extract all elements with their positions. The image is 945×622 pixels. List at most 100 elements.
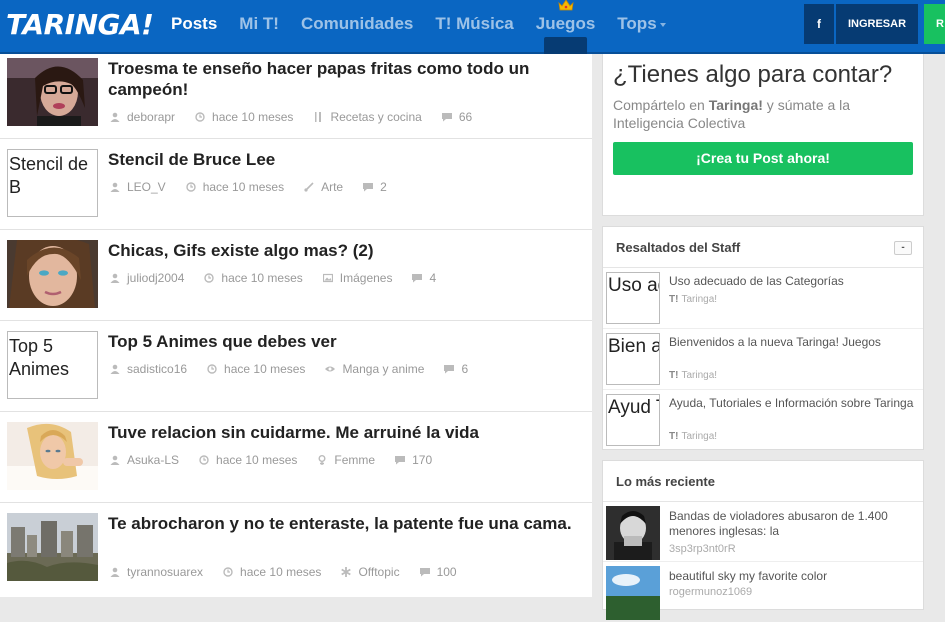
post-title[interactable]: Troesma te enseño hacer papas fritas com… <box>108 58 583 100</box>
user-icon <box>110 273 120 283</box>
cta-title: ¿Tienes algo para contar? <box>613 61 893 88</box>
post-comments-count: 66 <box>458 110 473 124</box>
post-thumbnail[interactable] <box>7 513 98 581</box>
post-comments-count: 2 <box>380 180 387 194</box>
staff-item-title[interactable]: Ayuda, Tutoriales e Información sobre Ta… <box>669 396 914 411</box>
recent-heading: Lo más reciente <box>603 461 923 502</box>
post-item[interactable]: Chicas, Gifs existe algo mas? (2) juliod… <box>0 230 592 321</box>
post-category[interactable]: Recetas y cocina <box>330 110 421 124</box>
staff-item-source: T! Taringa! <box>669 370 717 381</box>
comment-icon <box>412 274 423 283</box>
brush-icon <box>304 182 314 192</box>
image-icon <box>322 273 333 283</box>
post-category[interactable]: Femme <box>334 453 375 467</box>
comment-icon <box>363 183 374 192</box>
post-comments-count: 6 <box>461 362 469 376</box>
post-thumbnail[interactable] <box>7 58 98 126</box>
nav-tops[interactable]: Tops <box>606 0 676 48</box>
staff-source-label: Taringa! <box>681 370 718 381</box>
post-meta: deborapr hace 10 meses Recetas y cocina … <box>110 110 492 124</box>
user-icon <box>110 567 120 577</box>
post-meta: LEO_V hace 10 meses Arte 2 <box>110 180 407 194</box>
post-category[interactable]: Offtopic <box>358 565 399 579</box>
post-time: hace 10 meses <box>216 453 298 467</box>
taringa-logo[interactable]: TARINGA! <box>6 8 154 41</box>
post-author[interactable]: tyrannosuarex <box>127 565 203 579</box>
clock-icon <box>223 567 233 577</box>
staff-source-label: Taringa! <box>681 294 718 305</box>
recent-item-author[interactable]: 3sp3rp3nt0rR <box>669 543 736 555</box>
nav-posts[interactable]: Posts <box>160 0 228 48</box>
staff-item-title[interactable]: Bienvenidos a la nueva Taringa! Juegos <box>669 335 914 350</box>
staff-item-title[interactable]: Uso adecuado de las Categorías <box>669 274 914 289</box>
post-item[interactable]: Te abrocharon y no te enteraste, la pate… <box>0 503 592 594</box>
collapse-button[interactable]: - <box>894 241 912 255</box>
post-item[interactable]: Top 5 Animes Top 5 Animes que debes ver … <box>0 321 592 412</box>
post-title[interactable]: Top 5 Animes que debes ver <box>108 331 583 352</box>
recent-item[interactable]: Bandas de violadores abusaron de 1.400 m… <box>603 502 923 562</box>
taringa-mark-icon: T! <box>669 370 679 381</box>
nav-t-musica[interactable]: T! Música <box>424 0 524 48</box>
staff-highlights-card: Resaltados del Staff - Uso adec Uso adec… <box>602 226 924 450</box>
user-icon <box>110 364 120 374</box>
post-item[interactable]: Tuve relacion sin cuidarme. Me arruiné l… <box>0 412 592 503</box>
post-category[interactable]: Imágenes <box>340 271 393 285</box>
post-title[interactable]: Stencil de Bruce Lee <box>108 149 583 170</box>
create-post-button[interactable]: ¡Crea tu Post ahora! <box>613 142 913 175</box>
post-comments-count: 170 <box>412 453 433 467</box>
post-item[interactable]: Troesma te enseño hacer papas fritas com… <box>0 54 592 139</box>
staff-item-source: T! Taringa! <box>669 294 717 305</box>
clock-icon <box>207 364 217 374</box>
post-author[interactable]: LEO_V <box>127 180 166 194</box>
asterisk-icon <box>341 567 352 577</box>
post-author[interactable]: juliodj2004 <box>127 271 184 285</box>
nav-juegos[interactable]: Juegos NUEVO <box>525 0 607 89</box>
top-navbar: TARINGA! Posts Mi T! Comunidades T! Músi… <box>0 0 945 89</box>
facebook-login-button[interactable]: f <box>804 4 834 44</box>
post-category[interactable]: Arte <box>321 180 343 194</box>
user-icon <box>110 182 120 192</box>
post-thumbnail[interactable]: Stencil de B <box>7 149 98 217</box>
nav-mi-t[interactable]: Mi T! <box>228 0 290 48</box>
crown-icon <box>557 0 574 11</box>
login-button[interactable]: INGRESAR <box>836 4 918 44</box>
post-meta: Asuka-LS hace 10 meses Femme 170 <box>110 453 452 467</box>
post-time: hace 10 meses <box>221 271 303 285</box>
post-author[interactable]: Asuka-LS <box>127 453 179 467</box>
post-thumbnail[interactable] <box>7 422 98 490</box>
eye-icon <box>325 366 336 372</box>
staff-item[interactable]: Uso adec Uso adecuado de las Categorías … <box>603 268 923 329</box>
post-author[interactable]: sadistico16 <box>127 362 187 376</box>
register-button[interactable]: R <box>924 4 945 44</box>
staff-thumbnail[interactable]: Bien a la <box>606 333 660 385</box>
recent-item-title[interactable]: Bandas de violadores abusaron de 1.400 m… <box>669 509 919 539</box>
post-title[interactable]: Chicas, Gifs existe algo mas? (2) <box>108 240 583 261</box>
photo-girl-glasses-icon <box>7 58 98 126</box>
post-author[interactable]: deborapr <box>127 110 175 124</box>
recent-item-title[interactable]: beautiful sky my favorite color <box>669 569 919 584</box>
staff-thumbnail[interactable]: Uso adec <box>606 272 660 324</box>
staff-item[interactable]: Ayud Tuto Ayuda, Tutoriales e Informació… <box>603 390 923 451</box>
staff-thumbnail[interactable]: Ayud Tuto <box>606 394 660 446</box>
staff-item[interactable]: Bien a la Bienvenidos a la nueva Taringa… <box>603 329 923 390</box>
post-title[interactable]: Te abrocharon y no te enteraste, la pate… <box>108 513 583 534</box>
comment-icon <box>419 568 430 577</box>
post-item[interactable]: Stencil de B Stencil de Bruce Lee LEO_V … <box>0 139 592 230</box>
post-thumbnail[interactable] <box>7 240 98 308</box>
recent-item[interactable]: beautiful sky my favorite color rogermun… <box>603 562 923 622</box>
photo-ruined-city-icon <box>7 513 98 581</box>
comment-icon <box>441 113 452 122</box>
post-thumbnail[interactable]: Top 5 Animes <box>7 331 98 399</box>
nav-comunidades[interactable]: Comunidades <box>290 0 424 48</box>
post-category[interactable]: Manga y anime <box>342 362 424 376</box>
comment-icon <box>444 365 455 374</box>
cta-sub-prefix: Compártelo en <box>613 97 709 113</box>
post-meta: sadistico16 hace 10 meses Manga y anime … <box>110 362 488 376</box>
user-icon <box>110 112 120 122</box>
staff-heading-label: Resaltados del Staff <box>616 240 741 255</box>
recent-thumbnail[interactable] <box>606 566 660 620</box>
recent-item-author[interactable]: rogermunoz1069 <box>669 586 752 598</box>
recent-thumbnail[interactable] <box>606 506 660 560</box>
post-title[interactable]: Tuve relacion sin cuidarme. Me arruiné l… <box>108 422 583 443</box>
staff-heading: Resaltados del Staff - <box>603 227 923 268</box>
